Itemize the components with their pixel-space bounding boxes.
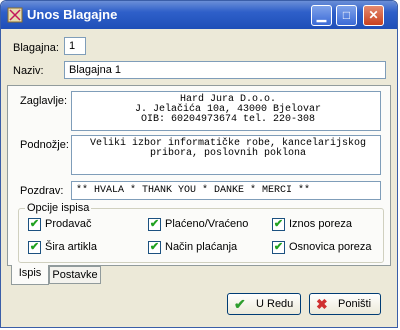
prodavac-label: Prodavač: [45, 218, 92, 230]
zaglavlje-line-3: OIB: 60204973674 tel. 220-308: [140, 114, 316, 125]
zaglavlje-label: Zaglavlje:: [20, 95, 68, 107]
app-icon: [7, 7, 23, 23]
pozdrav-input[interactable]: ** HVALA * THANK YOU * DANKE * MERCI **: [71, 181, 381, 200]
pozdrav-label: Pozdrav:: [20, 185, 64, 197]
window-title: Unos Blagajne: [27, 7, 118, 22]
tab-postavke[interactable]: Postavke: [49, 266, 101, 284]
opcije-ispisa-title: Opcije ispisa: [25, 202, 92, 214]
naziv-input[interactable]: Blagajna 1: [64, 61, 386, 79]
sira-artikla-checkbox[interactable]: ✔: [28, 241, 41, 254]
placeno-vraceno-label: Plaćeno/Vraćeno: [165, 218, 249, 230]
minimize-icon[interactable]: ▁: [311, 5, 332, 26]
ok-button[interactable]: ✔ U Redu: [227, 293, 301, 315]
cancel-button-label: Poništi: [338, 298, 372, 310]
podnozje-textarea[interactable]: Veliki izbor informatičke robe, kancelar…: [71, 135, 381, 175]
iznos-poreza-checkbox[interactable]: ✔: [272, 218, 285, 231]
title-bar[interactable]: Unos Blagajne ▁ □ ✕: [1, 1, 397, 29]
tab-ispis[interactable]: Ispis: [11, 265, 49, 285]
sira-artikla-label: Šira artikla: [45, 241, 97, 253]
prodavac-checkbox[interactable]: ✔: [28, 218, 41, 231]
ok-button-label: U Redu: [256, 298, 294, 310]
nacin-placanja-checkbox[interactable]: ✔: [148, 241, 161, 254]
placeno-vraceno-checkbox[interactable]: ✔: [148, 218, 161, 231]
cancel-button[interactable]: ✖ Poništi: [309, 293, 381, 315]
check-icon: ✔: [234, 296, 246, 312]
podnozje-line-2: pribora, poslovnih poklona: [149, 148, 307, 159]
osnovica-poreza-label: Osnovica poreza: [289, 241, 372, 253]
maximize-icon[interactable]: □: [336, 5, 357, 26]
close-icon[interactable]: ✕: [363, 5, 384, 26]
blagajna-label: Blagajna:: [13, 42, 59, 54]
zaglavlje-textarea[interactable]: Hard Jura D.o.o. J. Jelačića 10a, 43000 B…: [71, 91, 381, 131]
dialog-window: Unos Blagajne ▁ □ ✕ Blagajna: 1 Naziv: B…: [0, 0, 398, 328]
cross-icon: ✖: [316, 296, 328, 312]
nacin-placanja-label: Način plaćanja: [165, 241, 238, 253]
naziv-label: Naziv:: [13, 65, 44, 77]
osnovica-poreza-checkbox[interactable]: ✔: [272, 241, 285, 254]
opcije-ispisa-group: [18, 208, 384, 263]
podnozje-label: Podnožje:: [20, 139, 69, 151]
iznos-poreza-label: Iznos poreza: [289, 218, 352, 230]
blagajna-input[interactable]: 1: [64, 37, 86, 55]
